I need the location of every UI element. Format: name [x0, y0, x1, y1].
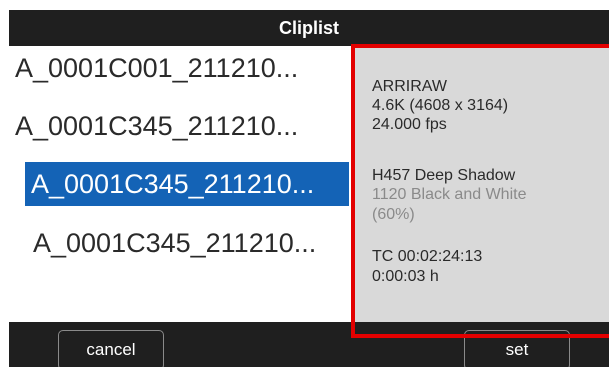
clip-name: A_0001C345_211210...: [15, 111, 299, 141]
bottom-bar: cancel set: [9, 322, 609, 367]
clip-item[interactable]: A_0001C001_211210...: [15, 46, 355, 90]
timecode-text: TC 00:02:24:13: [372, 248, 483, 265]
clip-list: A_0001C001_211210... A_0001C345_211210..…: [9, 46, 357, 322]
clip-name: A_0001C345_211210...: [31, 169, 315, 199]
set-label: set: [505, 340, 529, 359]
clip-item[interactable]: A_0001C345_211210...: [15, 104, 355, 148]
cancel-button[interactable]: cancel: [58, 330, 164, 367]
cliplist-screen: Cliplist A_0001C001_211210... A_0001C345…: [9, 10, 609, 367]
title-bar: Cliplist: [9, 10, 609, 46]
clip-name: A_0001C001_211210...: [15, 53, 299, 83]
look-strength-text: (60%): [372, 206, 415, 223]
page-title: Cliplist: [278, 17, 339, 38]
resolution-text: 4.6K (4608 x 3164): [372, 97, 509, 114]
look-text: H457 Deep Shadow: [372, 167, 516, 184]
fps-text: 24.000 fps: [372, 116, 447, 133]
format-text: ARRIRAW: [372, 78, 447, 95]
cancel-label: cancel: [86, 340, 136, 359]
duration-text: 0:00:03 h: [372, 268, 439, 285]
clip-item[interactable]: A_0001C345_211210...: [33, 221, 355, 265]
look-secondary-text: 1120 Black and White: [372, 186, 527, 203]
clip-info-panel: ARRIRAW 4.6K (4608 x 3164) 24.000 fps H4…: [353, 46, 609, 322]
set-button[interactable]: set: [464, 330, 570, 367]
clip-name: A_0001C345_211210...: [33, 228, 317, 258]
clip-item-selected[interactable]: A_0001C345_211210...: [25, 162, 349, 206]
